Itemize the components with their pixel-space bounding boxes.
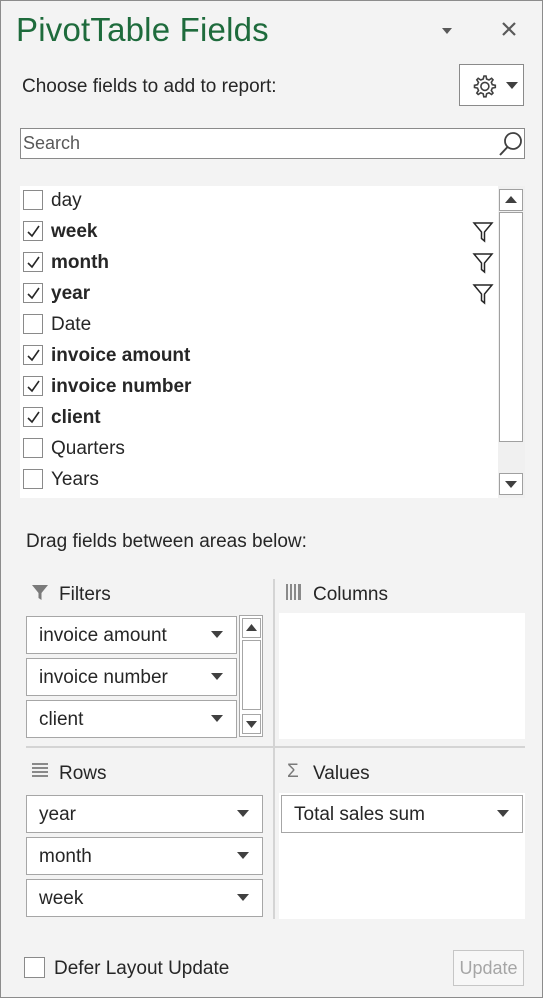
funnel-icon <box>472 253 494 274</box>
field-label: Years <box>51 469 99 490</box>
columns-area[interactable] <box>279 613 525 739</box>
field-checkbox[interactable] <box>23 190 43 210</box>
field-checkbox[interactable] <box>23 469 43 489</box>
field-item-date[interactable]: Date <box>20 311 496 342</box>
values-item-total-sales-sum[interactable]: Total sales sum <box>281 795 523 833</box>
defer-layout-update-label: Defer Layout Update <box>54 958 230 979</box>
pill-label: client <box>39 709 84 730</box>
pill-label: month <box>39 846 92 867</box>
field-list-settings-button[interactable] <box>459 64 524 106</box>
chevron-down-icon[interactable] <box>237 810 249 818</box>
pane-title: PivotTable Fields <box>16 11 269 48</box>
field-checkbox[interactable] <box>23 252 43 272</box>
field-checkbox[interactable] <box>23 345 43 365</box>
pill-label: invoice amount <box>39 625 167 646</box>
funnel-icon <box>32 585 48 600</box>
rows-icon <box>32 763 48 777</box>
values-area-title: Values <box>313 763 370 784</box>
field-item-year[interactable]: year <box>20 280 496 311</box>
field-item-month[interactable]: month <box>20 249 496 280</box>
chevron-down-icon <box>246 721 257 728</box>
filters-area-title: Filters <box>59 584 111 605</box>
field-label: day <box>51 190 82 211</box>
chevron-up-icon <box>246 624 257 631</box>
update-button[interactable]: Update <box>453 950 524 986</box>
funnel-icon <box>472 222 494 243</box>
field-item-years[interactable]: Years <box>20 466 496 497</box>
field-checkbox[interactable] <box>23 438 43 458</box>
search-input[interactable] <box>21 129 491 158</box>
gear-icon <box>473 75 497 98</box>
field-checkbox[interactable] <box>23 407 43 427</box>
field-label: client <box>51 407 101 428</box>
drag-fields-label: Drag fields between areas below: <box>26 531 307 552</box>
search-box[interactable] <box>20 128 525 159</box>
checkmark-icon <box>27 225 40 238</box>
rows-item-year[interactable]: year <box>26 795 263 833</box>
rows-item-month[interactable]: month <box>26 837 263 875</box>
field-item-week[interactable]: week <box>20 218 496 249</box>
scroll-up-button[interactable] <box>499 189 523 211</box>
field-item-invoice-number[interactable]: invoice number <box>20 373 496 404</box>
pivottable-fields-pane: PivotTable Fields Choose fields to add t… <box>0 0 543 998</box>
area-divider-vertical <box>273 579 275 919</box>
area-divider-horizontal <box>26 746 525 748</box>
choose-fields-label: Choose fields to add to report: <box>22 76 277 97</box>
funnel-icon <box>472 284 494 305</box>
chevron-down-icon[interactable] <box>211 715 223 723</box>
filters-item-client[interactable]: client <box>26 700 237 738</box>
scroll-down-button[interactable] <box>242 714 261 734</box>
scroll-up-button[interactable] <box>242 618 261 638</box>
field-item-client[interactable]: client <box>20 404 496 435</box>
chevron-down-icon[interactable] <box>211 631 223 639</box>
chevron-down-icon[interactable] <box>237 852 249 860</box>
columns-area-title: Columns <box>313 584 388 605</box>
checkmark-icon <box>27 380 40 393</box>
field-checkbox[interactable] <box>23 221 43 241</box>
field-item-quarters[interactable]: Quarters <box>20 435 496 466</box>
filters-item-invoice-number[interactable]: invoice number <box>26 658 237 696</box>
pill-label: year <box>39 804 76 825</box>
task-pane-options-icon[interactable] <box>437 23 457 39</box>
chevron-down-icon[interactable] <box>237 894 249 902</box>
field-checkbox[interactable] <box>23 376 43 396</box>
rows-item-week[interactable]: week <box>26 879 263 917</box>
columns-icon <box>286 584 301 600</box>
search-icon[interactable] <box>498 131 524 157</box>
scroll-down-button[interactable] <box>499 473 523 495</box>
checkmark-icon <box>27 411 40 424</box>
field-label: month <box>51 252 110 273</box>
field-label: invoice amount <box>51 345 191 366</box>
filters-item-invoice-amount[interactable]: invoice amount <box>26 616 237 654</box>
field-item-invoice-amount[interactable]: invoice amount <box>20 342 496 373</box>
field-label: year <box>51 283 91 304</box>
field-checkbox[interactable] <box>23 314 43 334</box>
chevron-down-icon[interactable] <box>211 673 223 681</box>
field-label: invoice number <box>51 376 192 397</box>
field-checkbox[interactable] <box>23 283 43 303</box>
rows-area-title: Rows <box>59 763 107 784</box>
pill-label: Total sales sum <box>294 804 425 825</box>
scroll-thumb[interactable] <box>242 640 261 710</box>
chevron-up-icon <box>505 196 517 203</box>
field-list: day week month year Date invoice amount … <box>20 186 525 498</box>
field-list-scrollbar[interactable] <box>498 186 525 498</box>
chevron-down-icon <box>505 481 517 488</box>
filters-scrollbar[interactable] <box>239 615 263 737</box>
field-label: week <box>51 221 98 242</box>
chevron-down-icon[interactable] <box>497 810 509 818</box>
close-icon[interactable] <box>499 19 519 39</box>
scroll-thumb[interactable] <box>499 212 523 442</box>
checkmark-icon <box>27 349 40 362</box>
checkmark-icon <box>27 256 40 269</box>
checkmark-icon <box>27 287 40 300</box>
field-label: Quarters <box>51 438 125 459</box>
field-item-day[interactable]: day <box>20 187 496 218</box>
pill-label: invoice number <box>39 667 168 688</box>
field-label: Date <box>51 314 92 335</box>
defer-layout-update-checkbox[interactable] <box>24 957 45 978</box>
pill-label: week <box>39 888 84 909</box>
chevron-down-icon <box>506 82 518 89</box>
sigma-icon: Σ <box>287 761 299 782</box>
